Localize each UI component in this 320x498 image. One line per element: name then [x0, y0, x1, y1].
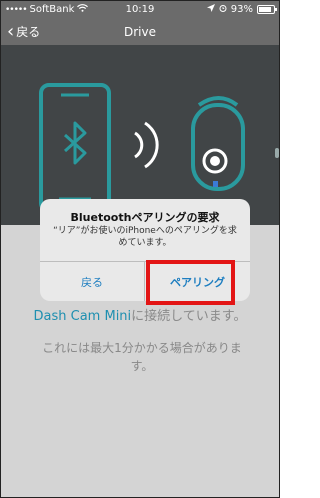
dash-cam-icon: [191, 96, 245, 191]
bluetooth-icon: [63, 121, 87, 165]
pair-button-highlight: [146, 260, 235, 305]
location-arrow-icon: [206, 4, 215, 15]
nav-bar: ‹ 戻る Drive: [1, 19, 279, 45]
scroll-handle[interactable]: [275, 148, 279, 158]
pairing-illustration: [1, 45, 279, 225]
dialog-message: “リア”がお使いのiPhoneへのペアリングを求めています。: [53, 226, 237, 248]
device-name: Dash Cam Mini: [33, 309, 132, 324]
status-right: 93%: [206, 4, 277, 15]
battery-percent: 93%: [230, 4, 253, 15]
status-bar: ••••• SoftBank 10:19 93%: [1, 1, 279, 19]
cancel-button[interactable]: 戻る: [40, 262, 144, 301]
battery-icon: [257, 5, 277, 14]
illustration-svg: [39, 83, 245, 213]
wait-message: これには最大1分かかる場合があります。: [42, 341, 242, 373]
app-screen: ••••• SoftBank 10:19 93% ‹ 戻る Drive Dash…: [0, 0, 280, 498]
connecting-text: に接続しています。: [131, 309, 247, 324]
connecting-message: Dash Cam Miniに接続しています。: [1, 305, 279, 324]
alarm-icon: [219, 4, 227, 15]
signal-waves-icon: [134, 121, 159, 169]
page-title: Drive: [124, 25, 156, 39]
dialog-title: Bluetoothペアリングの要求: [70, 211, 220, 224]
